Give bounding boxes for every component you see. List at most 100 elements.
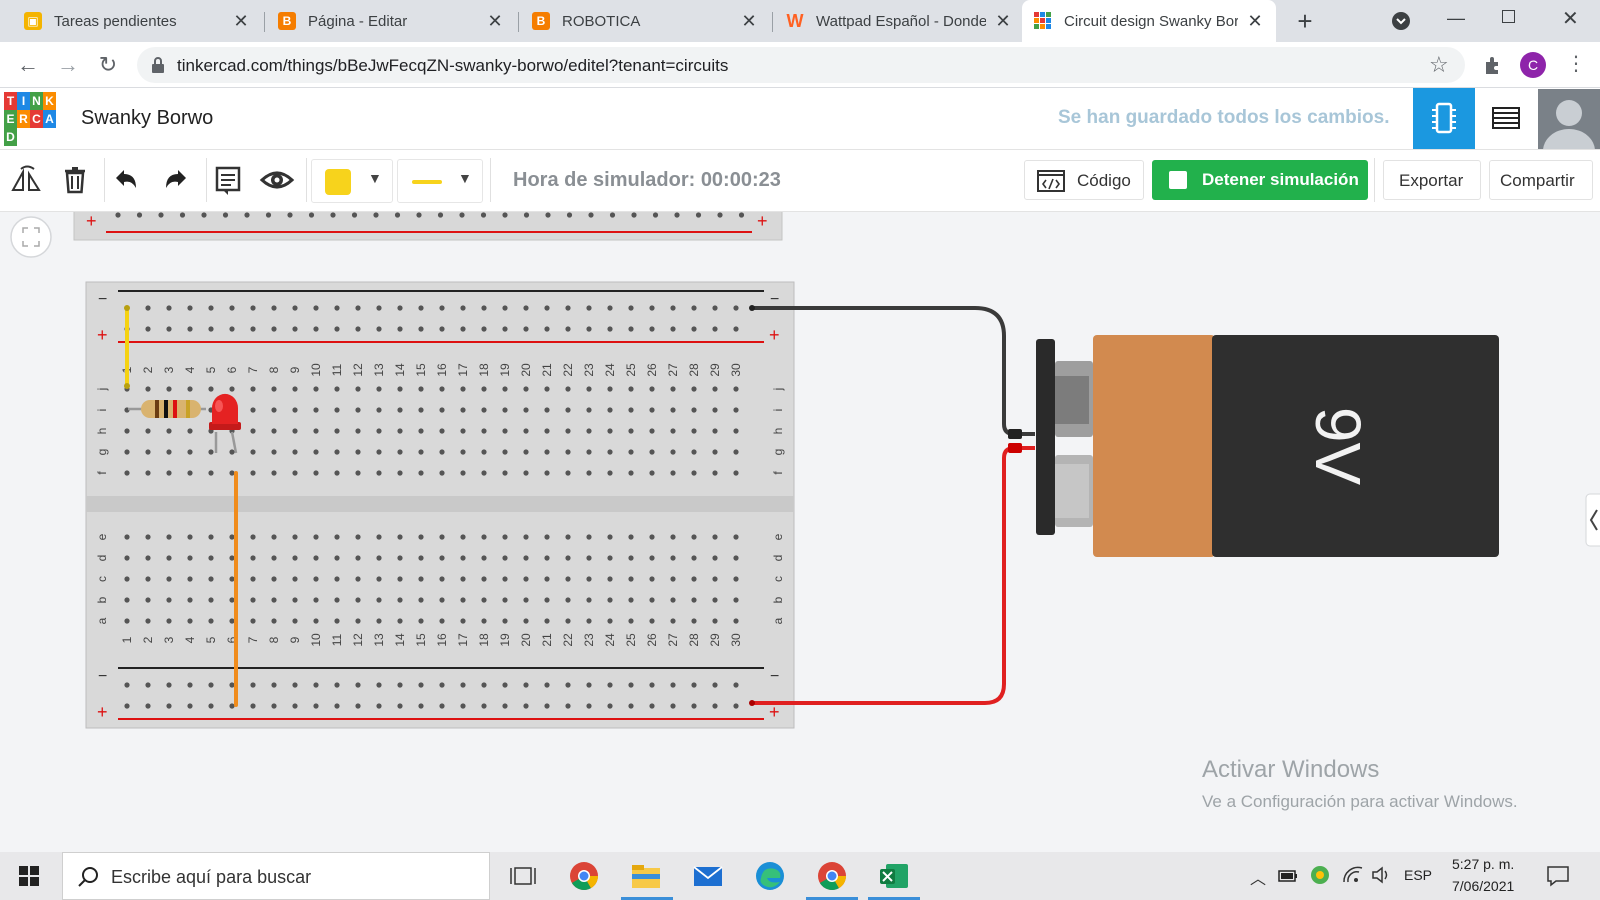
breadboard-hole[interactable] — [586, 428, 592, 434]
notifications-icon[interactable] — [1546, 865, 1570, 887]
design-title[interactable]: Swanky Borwo — [81, 107, 213, 130]
breadboard-hole[interactable] — [481, 576, 487, 582]
breadboard-hole[interactable] — [523, 555, 529, 561]
breadboard-hole[interactable] — [733, 576, 739, 582]
wifi-icon[interactable] — [1342, 864, 1364, 886]
taskbar-search[interactable]: Escribe aquí para buscar — [62, 852, 490, 900]
breadboard-hole[interactable] — [481, 618, 487, 624]
breadboard-hole[interactable] — [145, 470, 151, 476]
breadboard-hole[interactable] — [355, 428, 361, 434]
omnibox[interactable]: tinkercad.com/things/bBeJwFecqZN-swanky-… — [137, 47, 1465, 83]
breadboard-hole[interactable] — [586, 618, 592, 624]
close-icon[interactable]: ✕ — [994, 11, 1012, 32]
notes-icon[interactable] — [210, 162, 246, 198]
breadboard-hole[interactable] — [481, 326, 487, 332]
breadboard-hole[interactable] — [691, 326, 697, 332]
forward-icon[interactable]: → — [54, 51, 82, 79]
restore-icon[interactable] — [1502, 10, 1515, 23]
trash-icon[interactable] — [57, 162, 93, 198]
breadboard-hole[interactable] — [544, 449, 550, 455]
breadboard-hole[interactable] — [586, 449, 592, 455]
breadboard-hole[interactable] — [376, 534, 382, 540]
breadboard-hole[interactable] — [607, 576, 613, 582]
breadboard-hole[interactable] — [330, 212, 336, 218]
breadboard-hole[interactable] — [460, 576, 466, 582]
breadboard-hole[interactable] — [502, 703, 508, 709]
breadboard-hole[interactable] — [208, 305, 214, 311]
breadboard-hole[interactable] — [313, 618, 319, 624]
rotate-icon[interactable] — [9, 162, 45, 198]
breadboard-hole[interactable] — [271, 407, 277, 413]
breadboard-hole[interactable] — [334, 407, 340, 413]
breadboard-hole[interactable] — [229, 326, 235, 332]
breadboard-hole[interactable] — [250, 682, 256, 688]
battery-9v[interactable]: 9V — [1036, 335, 1499, 557]
breadboard-hole[interactable] — [208, 576, 214, 582]
breadboard-hole[interactable] — [460, 449, 466, 455]
breadboard-hole[interactable] — [229, 597, 235, 603]
breadboard-hole[interactable] — [649, 428, 655, 434]
task-view-icon[interactable] — [506, 860, 540, 892]
breadboard-hole[interactable] — [544, 470, 550, 476]
circuit-canvas[interactable]: + + − + − + − + − + 1 1 2 2 3 3 4 4 5 5 6 6 7 7 8 8 9 9 10… — [0, 212, 1600, 852]
breadboard-hole[interactable] — [313, 682, 319, 688]
breadboard-hole[interactable] — [712, 576, 718, 582]
breadboard-hole[interactable] — [145, 386, 151, 392]
breadboard-hole[interactable] — [145, 428, 151, 434]
breadboard-hole[interactable] — [397, 428, 403, 434]
breadboard-hole[interactable] — [397, 470, 403, 476]
breadboard-hole[interactable] — [586, 576, 592, 582]
breadboard-hole[interactable] — [649, 682, 655, 688]
wire-type-picker[interactable]: ▼ — [397, 159, 483, 203]
breadboard-hole[interactable] — [649, 305, 655, 311]
breadboard-hole[interactable] — [355, 682, 361, 688]
breadboard-hole[interactable] — [292, 555, 298, 561]
mail-icon[interactable] — [691, 860, 725, 892]
breadboard-hole[interactable] — [250, 449, 256, 455]
breadboard-hole[interactable] — [523, 682, 529, 688]
breadboard-hole[interactable] — [565, 326, 571, 332]
breadboard-hole[interactable] — [670, 305, 676, 311]
breadboard-hole[interactable] — [418, 386, 424, 392]
breadboard-hole[interactable] — [250, 618, 256, 624]
breadboard-hole[interactable] — [439, 449, 445, 455]
breadboard-hole[interactable] — [523, 212, 530, 218]
breadboard-hole[interactable] — [334, 682, 340, 688]
breadboard-hole[interactable] — [418, 305, 424, 311]
breadboard-hole[interactable] — [565, 449, 571, 455]
breadboard-hole[interactable] — [166, 703, 172, 709]
breadboard-hole[interactable] — [187, 305, 193, 311]
breadboard-hole[interactable] — [124, 618, 130, 624]
breadboard-hole[interactable] — [691, 386, 697, 392]
breadboard-hole[interactable] — [607, 428, 613, 434]
breadboard-hole[interactable] — [376, 576, 382, 582]
breadboard-hole[interactable] — [397, 449, 403, 455]
breadboard-hole[interactable] — [544, 407, 550, 413]
tab-search-icon[interactable] — [1392, 12, 1410, 30]
wire-color-picker[interactable]: ▼ — [311, 159, 393, 203]
breadboard-hole[interactable] — [355, 326, 361, 332]
breadboard-hole[interactable] — [565, 597, 571, 603]
breadboard-hole[interactable] — [628, 682, 634, 688]
breadboard-hole[interactable] — [355, 449, 361, 455]
breadboard-hole[interactable] — [250, 326, 256, 332]
breadboard-hole[interactable] — [355, 407, 361, 413]
circuit-view-button[interactable] — [1413, 88, 1475, 149]
breadboard-hole[interactable] — [244, 212, 250, 218]
breadboard-hole[interactable] — [733, 386, 739, 392]
breadboard-hole[interactable] — [481, 428, 487, 434]
chrome-icon[interactable] — [815, 860, 849, 892]
breadboard-hole[interactable] — [502, 305, 508, 311]
close-icon[interactable]: ✕ — [740, 11, 758, 32]
clock-time[interactable]: 5:27 p. m. — [1452, 856, 1514, 872]
breadboard-hole[interactable] — [187, 386, 193, 392]
breadboard-hole[interactable] — [691, 576, 697, 582]
breadboard-hole[interactable] — [418, 618, 424, 624]
breadboard-hole[interactable] — [565, 682, 571, 688]
breadboard-hole[interactable] — [229, 682, 235, 688]
breadboard-hole[interactable] — [271, 597, 277, 603]
breadboard-hole[interactable] — [376, 428, 382, 434]
breadboard-hole[interactable] — [166, 326, 172, 332]
breadboard-hole[interactable] — [201, 212, 207, 218]
breadboard-hole[interactable] — [222, 212, 229, 218]
